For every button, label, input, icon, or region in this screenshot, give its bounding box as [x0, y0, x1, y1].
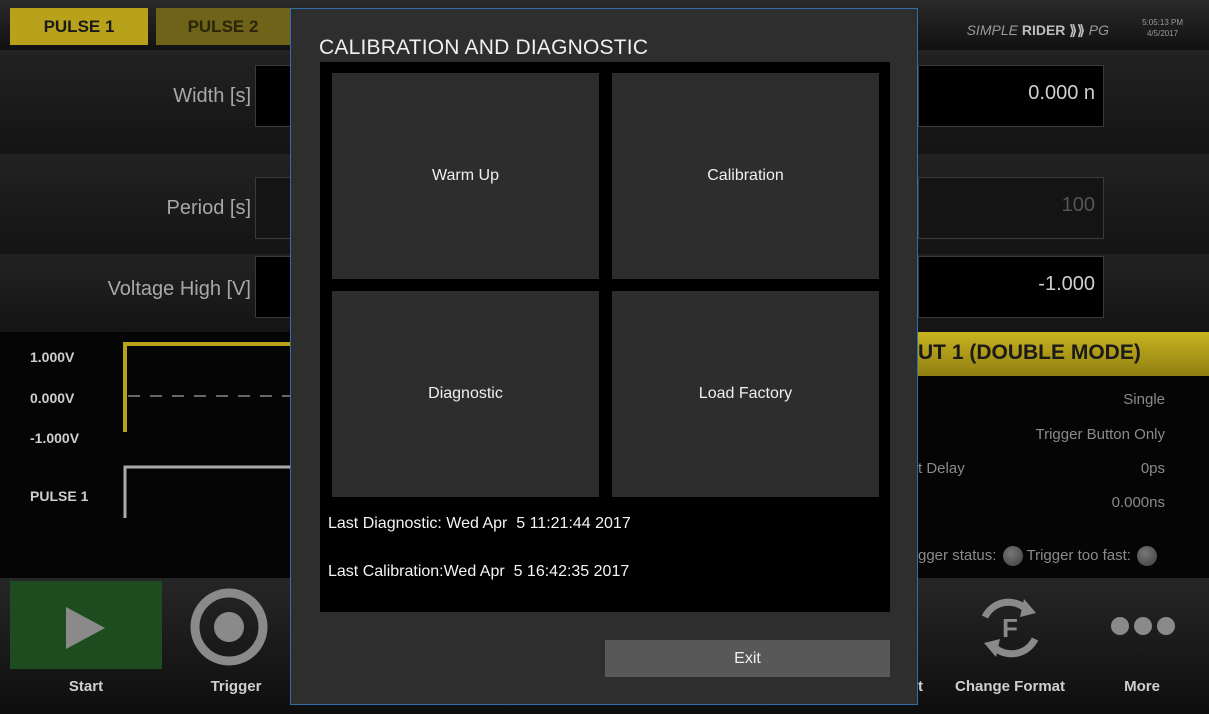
trigger-status-led-icon: [1002, 546, 1023, 566]
output-header: UT 1 (DOUBLE MODE): [918, 332, 1209, 376]
delay-value[interactable]: 0ps: [1141, 460, 1165, 477]
mode-value[interactable]: Single: [1123, 391, 1165, 408]
trigger-source-value[interactable]: Trigger Button Only: [1036, 426, 1166, 443]
trigger-icon: [190, 588, 268, 666]
trigger-label: Trigger: [210, 678, 262, 695]
clock-time: 5:05:13 PM: [1142, 18, 1183, 27]
brand-prefix: SIMPLE: [966, 22, 1018, 38]
channel-label: PULSE 1: [30, 488, 89, 504]
voltage-high-value[interactable]: -1.000: [918, 256, 1104, 318]
tab-pulse-1[interactable]: PULSE 1: [10, 8, 148, 45]
trigger-too-fast-led-icon: [1137, 546, 1158, 566]
more-button[interactable]: More: [1092, 578, 1192, 714]
svg-text:F: F: [1002, 613, 1018, 643]
tab-pulse-2[interactable]: PULSE 2: [156, 8, 290, 45]
trigger-status-label: gger status:: [918, 546, 997, 564]
load-factory-button[interactable]: Load Factory: [612, 291, 879, 497]
brand-name: RIDER: [1021, 22, 1066, 38]
change-format-button[interactable]: F Change Format: [940, 578, 1080, 714]
change-format-icon: F: [981, 598, 1039, 658]
voltage-high-label: Voltage High [V]: [107, 278, 251, 300]
delay-label-text: Delay: [926, 460, 965, 477]
clock-date: 4/5/2017: [1146, 29, 1179, 38]
brand-suffix: PG: [1088, 22, 1109, 38]
more-label: More: [1124, 678, 1160, 695]
brand-arrows-icon: ⟫⟫: [1069, 22, 1085, 38]
brand-logo: SIMPLE RIDER ⟫⟫ PG: [967, 22, 1109, 39]
waveform-plot: [123, 342, 300, 518]
voltage-high-input[interactable]: [255, 256, 295, 318]
dialog-panel: Warm Up Calibration Diagnostic Load Fact…: [320, 62, 890, 612]
width-out-value[interactable]: 0.000ns: [1112, 494, 1165, 511]
calibration-button[interactable]: Calibration: [612, 73, 879, 279]
period-value[interactable]: 100: [918, 177, 1104, 239]
change-format-label: Change Format: [954, 678, 1065, 695]
last-diagnostic-text: Last Diagnostic: Wed Apr 5 11:21:44 2017: [328, 515, 631, 532]
period-input[interactable]: [255, 177, 295, 239]
level-low-label: -1.000V: [30, 430, 80, 446]
level-high-label: 1.000V: [30, 349, 75, 365]
width-value[interactable]: 0.000 n: [918, 65, 1104, 127]
partial-label: t: [918, 678, 923, 695]
partial-button[interactable]: t: [918, 578, 938, 714]
width-input[interactable]: [255, 65, 295, 127]
calibration-dialog: CALIBRATION AND DIAGNOSTIC Warm Up Calib…: [290, 8, 918, 705]
period-label: Period [s]: [166, 197, 251, 219]
diagnostic-button[interactable]: Diagnostic: [332, 291, 599, 497]
trigger-too-fast-label: Trigger too fast:: [1026, 546, 1131, 564]
start-button[interactable]: Start: [10, 578, 162, 714]
play-icon: [66, 607, 105, 649]
warm-up-button[interactable]: Warm Up: [332, 73, 599, 279]
dialog-title: CALIBRATION AND DIAGNOSTIC: [319, 36, 649, 59]
last-calibration-text: Last Calibration:Wed Apr 5 16:42:35 2017: [328, 563, 630, 580]
pulse-trace: [123, 342, 300, 432]
clock: 5:05:13 PM 4/5/2017: [1142, 17, 1183, 39]
start-label: Start: [68, 678, 104, 695]
trigger-button[interactable]: Trigger: [166, 578, 286, 714]
width-label: Width [s]: [173, 85, 251, 107]
more-dots-icon: [1111, 617, 1175, 635]
level-zero-label: 0.000V: [30, 390, 75, 406]
trigger-status: gger status: Trigger too fast:: [918, 546, 1158, 566]
exit-button[interactable]: Exit: [605, 640, 890, 677]
delay-label: t Delay: [918, 460, 965, 477]
pulse-1-trace: [123, 465, 300, 518]
